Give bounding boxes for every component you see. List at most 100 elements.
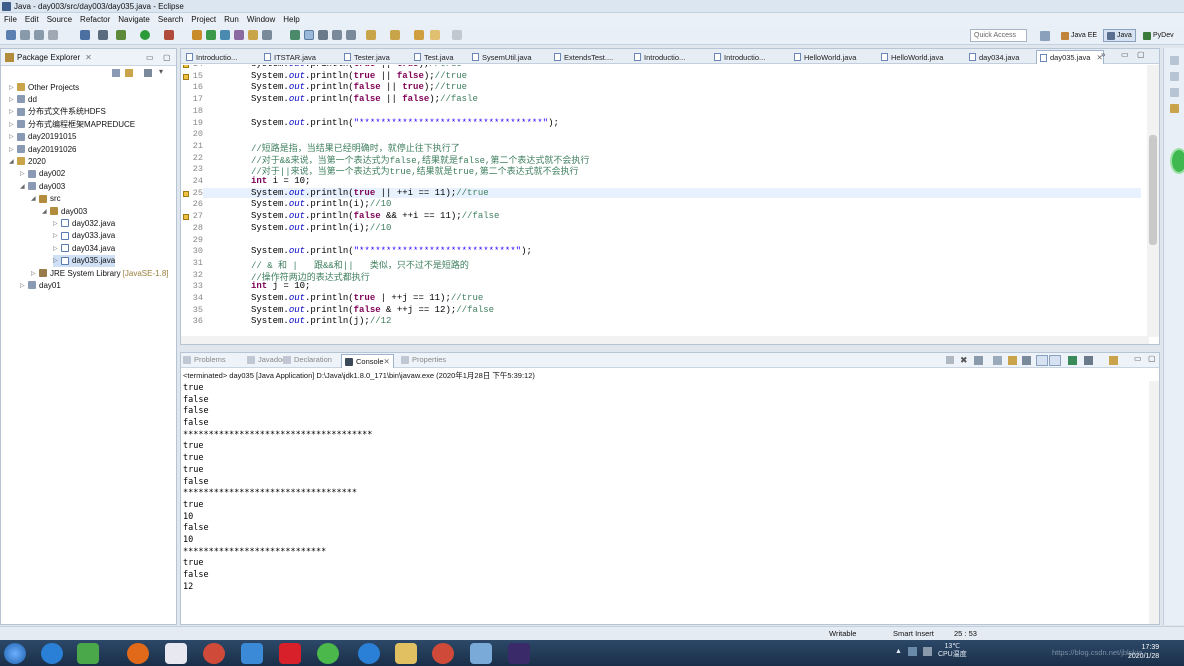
tree-item[interactable]: ▷ day033.java [53, 230, 115, 242]
clear-console-icon[interactable] [993, 356, 1002, 365]
editor-tab[interactable]: SysemUtil.java [469, 50, 532, 64]
console-tab[interactable]: Console ✕ [341, 354, 394, 368]
editor-tab[interactable]: day034.java [966, 50, 1019, 64]
menu-search[interactable]: Search [154, 15, 187, 24]
console-scrollbar[interactable] [1149, 381, 1159, 624]
ie-icon-2[interactable] [358, 643, 380, 664]
app-icon-1[interactable] [165, 643, 187, 664]
back-icon[interactable] [430, 30, 440, 40]
external-tools-icon[interactable] [164, 30, 174, 40]
view-menu-icon[interactable]: ▾ [159, 67, 163, 76]
editor-tab[interactable]: Tester.java [341, 50, 390, 64]
collapsed-arrow-icon[interactable]: ▷ [20, 170, 28, 177]
menu-window[interactable]: Window [243, 15, 279, 24]
menu-edit[interactable]: Edit [21, 15, 43, 24]
menu-run[interactable]: Run [220, 15, 243, 24]
remove-all-icon[interactable] [974, 356, 983, 365]
tree-item[interactable]: ▷ day01 [20, 279, 61, 291]
quick-access-field[interactable]: Quick Access [970, 29, 1027, 42]
tree-item[interactable]: ◢ 2020 [9, 155, 46, 167]
collapsed-arrow-icon[interactable]: ▷ [9, 133, 17, 140]
perspective-java[interactable]: Java [1103, 29, 1136, 42]
editor-tab[interactable]: Test.java [411, 50, 454, 64]
run-icon[interactable] [140, 30, 150, 40]
next-annotation-icon[interactable] [366, 30, 376, 40]
focus-icon[interactable] [144, 69, 152, 77]
ie-icon[interactable] [41, 643, 63, 664]
forward-icon[interactable] [452, 30, 462, 40]
link-editor-icon[interactable] [125, 69, 133, 77]
editor-maximize-icon[interactable]: ▢ [1137, 50, 1145, 59]
collapsed-arrow-icon[interactable]: ▷ [53, 245, 61, 252]
expanded-arrow-icon[interactable]: ◢ [42, 208, 50, 215]
remove-launch-icon[interactable]: ✖ [960, 355, 968, 366]
print-icon[interactable] [48, 30, 58, 40]
app-icon-2[interactable] [317, 643, 339, 664]
warning-icon[interactable] [183, 65, 189, 68]
console-tab[interactable]: Javadoc [247, 355, 286, 364]
collapsed-arrow-icon[interactable]: ▷ [53, 257, 61, 264]
explorer-icon[interactable] [395, 643, 417, 664]
package-explorer-title[interactable]: Package Explorer [17, 53, 80, 62]
perspective-javaee[interactable]: Java EE [1057, 29, 1101, 42]
minimize-icon[interactable]: ▭ [146, 53, 154, 62]
new-class-icon[interactable] [220, 30, 230, 40]
floating-widget-icon[interactable] [1170, 148, 1184, 174]
editor-tab[interactable]: Introductio... [711, 50, 765, 64]
editor-tab[interactable]: HelloWorld.java [791, 50, 856, 64]
editor-tab[interactable]: ITSTAR.java [261, 50, 316, 64]
tree-item[interactable]: ▷ day20191015 [9, 131, 77, 143]
editor-tab[interactable]: Introductio... [183, 50, 237, 64]
warning-icon[interactable] [183, 190, 189, 197]
console-minimize-icon[interactable]: ▭ [1134, 354, 1142, 363]
console-tab[interactable]: Properties [401, 355, 446, 364]
open-task-icon[interactable] [248, 30, 258, 40]
menu-source[interactable]: Source [43, 15, 76, 24]
debug-icon[interactable] [116, 30, 126, 40]
scroll-thumb[interactable] [1149, 135, 1157, 245]
skip-breakpoints-icon[interactable] [98, 30, 108, 40]
save-icon[interactable] [20, 30, 30, 40]
code-area[interactable]: 14System.out.println(true || true);//tru… [181, 65, 1141, 337]
outline-icon[interactable] [1170, 88, 1179, 97]
eclipse-taskbar-icon[interactable] [508, 643, 530, 664]
tree-item[interactable]: ▷ dd [9, 93, 37, 105]
task-list-icon[interactable] [1170, 72, 1179, 81]
maximize-icon[interactable]: ▢ [163, 53, 171, 62]
open-console-icon[interactable] [1109, 356, 1118, 365]
collapsed-arrow-icon[interactable]: ▷ [53, 220, 61, 227]
collapsed-arrow-icon[interactable]: ▷ [31, 270, 39, 277]
search-icon[interactable] [262, 30, 272, 40]
tray-arrow-icon[interactable]: ▲ [895, 648, 902, 655]
tree-item[interactable]: ◢ day003 [20, 180, 65, 192]
tree-item[interactable]: ▷ 分布式编程框架MAPREDUCE [9, 118, 135, 130]
collapsed-arrow-icon[interactable]: ▷ [20, 282, 28, 289]
close-icon[interactable]: ✕ [85, 53, 92, 62]
open-perspective-icon[interactable] [1040, 31, 1050, 41]
tree-item[interactable]: ◢ src [31, 193, 61, 205]
pin-console-icon[interactable] [1068, 356, 1077, 365]
new-icon[interactable] [6, 30, 16, 40]
warning-icon[interactable] [183, 73, 189, 80]
save-all-icon[interactable] [34, 30, 44, 40]
console-tab[interactable]: Problems [183, 355, 226, 364]
expanded-arrow-icon[interactable]: ◢ [31, 195, 39, 202]
close-tab-icon[interactable]: ✕ [384, 357, 390, 366]
start-button-icon[interactable] [4, 643, 26, 664]
menu-file[interactable]: File [0, 15, 21, 24]
terminate-icon[interactable] [946, 356, 954, 364]
console-maximize-icon[interactable]: ▢ [1148, 354, 1156, 363]
tree-item[interactable]: ▷ 分布式文件系统HDFS [9, 106, 106, 118]
tray-icon-2[interactable] [922, 646, 932, 656]
new-package-icon[interactable] [206, 30, 216, 40]
tree-item[interactable]: ▷ day035.java [53, 254, 116, 267]
tray-icon-1[interactable] [907, 646, 917, 656]
more-tabs-icon[interactable]: » [1101, 50, 1105, 59]
format-icon[interactable] [346, 30, 356, 40]
show-whitespace-icon[interactable] [318, 30, 328, 40]
editor-tab[interactable]: day035.java ✕ [1036, 50, 1104, 64]
restore-icon[interactable] [1170, 56, 1179, 65]
tree-item[interactable]: ▷ day034.java [53, 242, 115, 254]
youdao-icon[interactable] [279, 643, 301, 664]
prev-annotation-icon[interactable] [390, 30, 400, 40]
